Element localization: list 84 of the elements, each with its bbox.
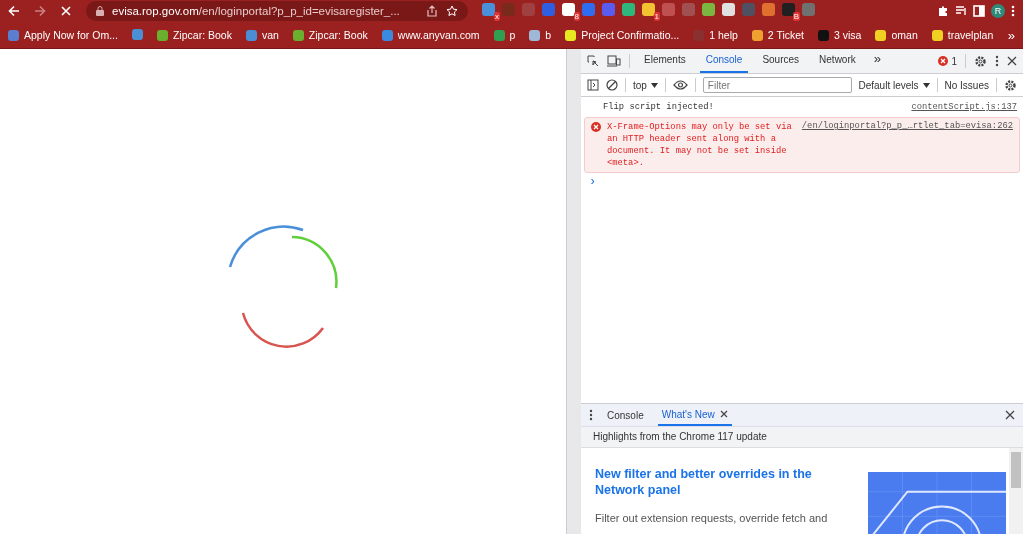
- extension-badge: 1: [653, 12, 660, 21]
- side-panel-icon[interactable]: [973, 5, 985, 17]
- extension-badge: 8: [573, 12, 580, 21]
- error-icon: [938, 56, 949, 66]
- context-dropdown[interactable]: top: [633, 79, 658, 91]
- bookmark-label: 1 help: [709, 29, 738, 41]
- devtools-tab[interactable]: Sources: [756, 49, 806, 73]
- log-levels-dropdown[interactable]: Default levels: [858, 79, 930, 91]
- extension-badge: B: [792, 12, 800, 21]
- bookmark[interactable]: oman: [875, 29, 918, 41]
- settings-icon[interactable]: [974, 54, 987, 68]
- extension-icon[interactable]: [722, 3, 735, 16]
- bookmark-label: travelplan: [947, 29, 994, 41]
- devtools-tab[interactable]: Elements: [638, 49, 692, 73]
- devtools-tab[interactable]: Console: [699, 49, 749, 73]
- bookmark-label: www.anyvan.com: [397, 29, 480, 41]
- error-counter[interactable]: 1: [938, 55, 957, 67]
- star-icon[interactable]: [446, 5, 458, 17]
- menu-icon[interactable]: [1011, 5, 1015, 17]
- extension-badge: x: [494, 12, 500, 21]
- more-tabs-button[interactable]: »: [869, 49, 885, 73]
- url-text: evisa.rop.gov.om/en/loginportal?p_p_id=evisaregister_...: [112, 5, 401, 17]
- inspect-icon[interactable]: [587, 55, 599, 67]
- bookmark-icon[interactable]: [131, 29, 143, 40]
- bookmark-label: b: [545, 29, 552, 41]
- source-link[interactable]: contentScript.js:137: [911, 102, 1017, 112]
- close-icon[interactable]: [1005, 410, 1015, 420]
- bookmark[interactable]: van: [245, 29, 279, 41]
- bookmark[interactable]: p: [493, 29, 516, 41]
- sidebar-toggle-icon[interactable]: [587, 79, 599, 91]
- message-text: Flip script injected!: [603, 102, 715, 112]
- message-text: X-Frame-Options may only be set via an HTTP header sent along with a document. It may not be set inside <meta>.: [607, 121, 793, 169]
- more-options-icon[interactable]: [995, 55, 999, 67]
- extension-icon[interactable]: [702, 3, 715, 16]
- filter-field[interactable]: Filter: [702, 77, 852, 93]
- media-icon[interactable]: [955, 5, 967, 17]
- drawer-tab[interactable]: Console: [603, 404, 648, 426]
- address-bar[interactable]: evisa.rop.gov.om/en/loginportal?p_p_id=evisaregister_...: [86, 1, 468, 21]
- issues-button[interactable]: No Issues: [944, 79, 989, 91]
- extension-icon[interactable]: [622, 3, 635, 16]
- bookmark[interactable]: travelplan: [931, 29, 994, 41]
- forward-icon[interactable]: [34, 5, 46, 17]
- device-toolbar-icon[interactable]: [607, 55, 621, 67]
- bookmark-label: Zipcar: Book: [308, 29, 368, 41]
- caret-icon: [650, 82, 658, 88]
- bookmark-label: oman: [891, 29, 918, 41]
- more-bookmarks-button[interactable]: »: [1007, 27, 1015, 43]
- caret-icon: [922, 82, 930, 88]
- share-icon[interactable]: [426, 5, 438, 17]
- devtools-tab[interactable]: Network: [813, 49, 862, 73]
- source-link[interactable]: /en/loginportal?p_p_…rtlet_tab=evisa:262: [801, 121, 1013, 131]
- clear-console-icon[interactable]: [606, 79, 618, 91]
- error-icon: [591, 122, 601, 132]
- back-icon[interactable]: [8, 5, 20, 17]
- bookmark[interactable]: 1 help: [693, 29, 738, 41]
- more-options-icon[interactable]: [589, 409, 593, 421]
- bookmark-label: 3 visa: [834, 29, 862, 41]
- stop-icon[interactable]: [60, 5, 72, 17]
- bookmark[interactable]: Zipcar: Book: [156, 29, 232, 41]
- bookmark-label: p: [509, 29, 516, 41]
- bookmark[interactable]: b: [529, 29, 552, 41]
- settings-icon[interactable]: [1003, 78, 1017, 92]
- feature-heading[interactable]: New filter and better overrides in the Network panel: [595, 466, 854, 498]
- bookmark[interactable]: 3 visa: [818, 29, 862, 41]
- bookmark-label: 2 Ticket: [767, 29, 805, 41]
- highlights-header: Highlights from the Chrome 117 update: [581, 427, 1023, 448]
- console-prompt[interactable]: ›: [581, 175, 597, 189]
- error-count: 1: [951, 55, 957, 67]
- bookmark[interactable]: www.anyvan.com: [381, 29, 480, 41]
- extension-icon[interactable]: [642, 3, 655, 16]
- extension-icon[interactable]: [782, 3, 795, 16]
- bookmark-label: van: [261, 29, 279, 41]
- feature-description: Filter out extension requests, override fetch and: [595, 512, 829, 524]
- profile-avatar[interactable]: R: [991, 4, 1005, 18]
- close-icon[interactable]: [1007, 56, 1017, 66]
- eye-icon[interactable]: [672, 80, 688, 90]
- lock-icon: [96, 6, 104, 16]
- extension-icon[interactable]: [562, 3, 575, 16]
- scrollbar-thumb[interactable]: [1011, 452, 1021, 488]
- puzzle-icon[interactable]: [937, 5, 949, 17]
- bookmark[interactable]: 2 Ticket: [751, 29, 805, 41]
- bookmark-label: Zipcar: Book: [172, 29, 232, 41]
- close-icon[interactable]: [719, 410, 728, 418]
- bookmark[interactable]: Zipcar: Book: [292, 29, 368, 41]
